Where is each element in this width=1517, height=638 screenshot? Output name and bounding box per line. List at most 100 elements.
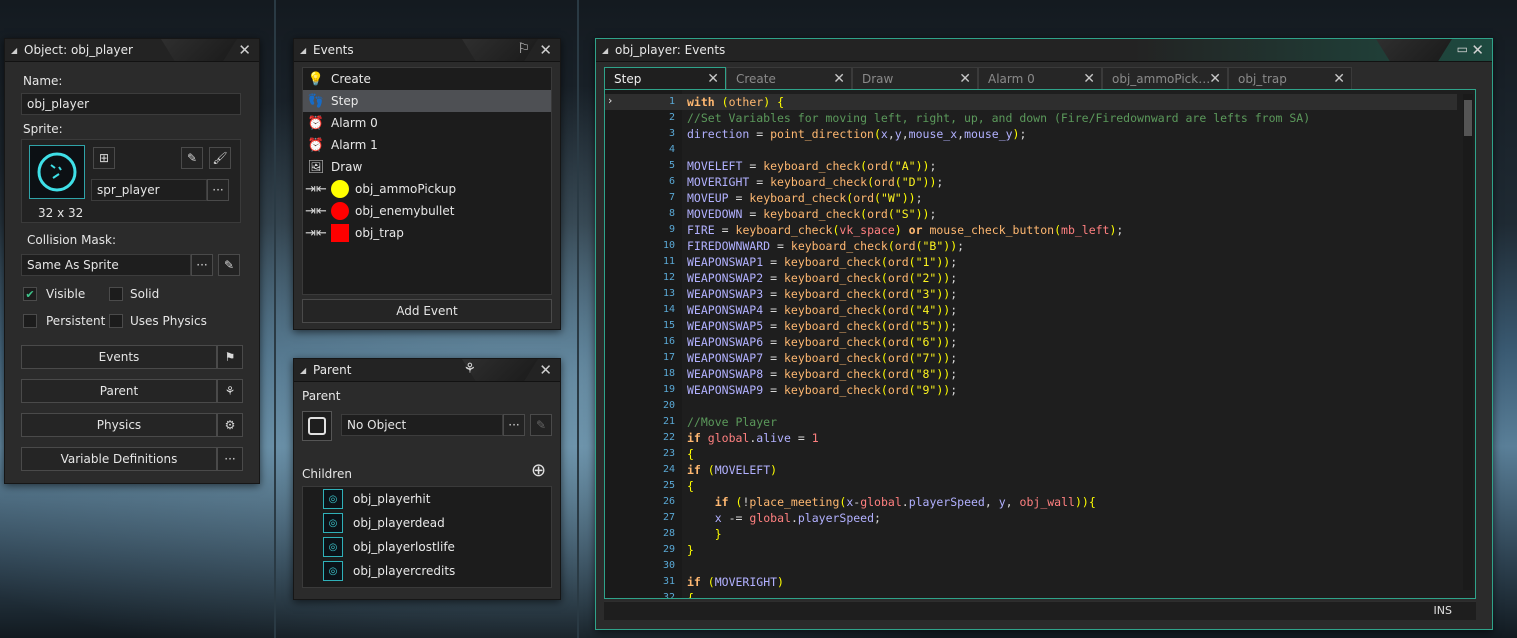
code-line[interactable]: WEAPONSWAP1 = keyboard_check(ord("1")); xyxy=(687,254,957,270)
parent-object-field[interactable]: No Object xyxy=(341,414,503,436)
event-item-collision-ammo[interactable]: ⇥⇤ obj_ammoPickup xyxy=(303,178,551,200)
tab-alarm-0[interactable]: Alarm 0 ✕ xyxy=(978,67,1102,89)
code-line[interactable]: direction = point_direction(x,y,mouse_x,… xyxy=(687,126,1026,142)
code-line[interactable]: if (!place_meeting(x-global.playerSpeed,… xyxy=(687,494,1096,510)
code-line[interactable]: x -= global.playerSpeed; xyxy=(687,510,881,526)
sprite-preview[interactable] xyxy=(29,145,85,199)
solid-checkbox[interactable] xyxy=(109,287,123,301)
flag-icon[interactable]: ⚐ xyxy=(517,41,530,57)
parent-edit-button[interactable]: ✎ xyxy=(530,414,552,436)
code-line[interactable]: WEAPONSWAP6 = keyboard_check(ord("6")); xyxy=(687,334,957,350)
child-item[interactable]: ◎ obj_playerdead xyxy=(303,511,551,535)
close-tab-icon[interactable]: ✕ xyxy=(707,71,719,87)
code-line[interactable]: { xyxy=(687,446,694,462)
tab-step[interactable]: Step ✕ xyxy=(604,67,726,89)
visible-checkbox[interactable]: ✔ xyxy=(23,287,37,301)
code-line[interactable]: { xyxy=(687,478,694,494)
event-item-create[interactable]: 💡 Create xyxy=(303,68,551,90)
code-line[interactable]: with (other) { xyxy=(687,94,784,110)
uses-physics-checkbox[interactable] xyxy=(109,314,123,328)
physics-icon-button[interactable]: ⚙ xyxy=(217,413,243,437)
sprite-browse-button[interactable]: ··· xyxy=(207,179,229,201)
event-item-collision-trap[interactable]: ⇥⇤ obj_trap xyxy=(303,222,551,244)
sprite-name-field[interactable]: spr_player xyxy=(91,179,207,201)
code-line[interactable]: WEAPONSWAP4 = keyboard_check(ord("4")); xyxy=(687,302,957,318)
close-tab-icon[interactable]: ✕ xyxy=(1083,71,1095,87)
maximize-icon[interactable]: ▭ xyxy=(1457,42,1468,56)
tab-obj-trap[interactable]: obj_trap ✕ xyxy=(1228,67,1352,89)
event-item-draw[interactable]: 🖼 Draw xyxy=(303,156,551,178)
vertical-scrollbar[interactable] xyxy=(1463,94,1473,590)
new-sprite-button[interactable]: ⊞ xyxy=(93,147,115,169)
code-line[interactable]: FIREDOWNWARD = keyboard_check(ord("B")); xyxy=(687,238,964,254)
code-line[interactable]: MOVEDOWN = keyboard_check(ord("S")); xyxy=(687,206,936,222)
tab-create[interactable]: Create ✕ xyxy=(726,67,852,89)
child-item[interactable]: ◎ obj_playercredits xyxy=(303,559,551,583)
code-line[interactable]: WEAPONSWAP9 = keyboard_check(ord("9")); xyxy=(687,382,957,398)
hierarchy-icon[interactable]: ⚘ xyxy=(463,361,476,377)
code-line[interactable]: WEAPONSWAP3 = keyboard_check(ord("3")); xyxy=(687,286,957,302)
event-item-alarm-0[interactable]: ⏰ Alarm 0 xyxy=(303,112,551,134)
code-line[interactable]: if global.alive = 1 xyxy=(687,430,819,446)
code-line[interactable]: MOVEUP = keyboard_check(ord("W")); xyxy=(687,190,923,206)
code-editor[interactable]: › 1 with (other) {2//Set Variables for mo… xyxy=(604,89,1476,599)
event-item-alarm-1[interactable]: ⏰ Alarm 1 xyxy=(303,134,551,156)
events-panel-titlebar[interactable]: ◢ Events ⚐ ✕ xyxy=(294,39,560,62)
close-tab-icon[interactable]: ✕ xyxy=(1333,71,1345,87)
code-line[interactable]: { xyxy=(687,590,694,598)
close-tab-icon[interactable]: ✕ xyxy=(1209,71,1221,87)
collision-edit-button[interactable]: ✎ xyxy=(218,254,240,276)
parent-browse-button[interactable]: ··· xyxy=(503,414,525,436)
event-item-collision-enemybullet[interactable]: ⇥⇤ obj_enemybullet xyxy=(303,200,551,222)
code-line[interactable]: //Set Variables for moving left, right, … xyxy=(687,110,1310,126)
object-panel-titlebar[interactable]: ◢ Object: obj_player ✕ xyxy=(5,39,259,62)
tab-draw[interactable]: Draw ✕ xyxy=(852,67,978,89)
close-tab-icon[interactable]: ✕ xyxy=(959,71,971,87)
events-flag-button[interactable]: ⚑ xyxy=(217,345,243,369)
code-line[interactable]: MOVERIGHT = keyboard_check(ord("D")); xyxy=(687,174,943,190)
child-item[interactable]: ◎ obj_playerlostlife xyxy=(303,535,551,559)
parent-button[interactable]: Parent xyxy=(21,379,217,403)
code-line[interactable]: if (MOVELEFT) xyxy=(687,462,777,478)
code-editor-titlebar[interactable]: ◢ obj_player: Events ▭ ✕ xyxy=(596,39,1492,62)
code-line[interactable]: WEAPONSWAP2 = keyboard_check(ord("2")); xyxy=(687,270,957,286)
line-number: 1 xyxy=(668,96,675,107)
paint-sprite-button[interactable]: 🖌 xyxy=(209,147,231,169)
code-line[interactable]: //Move Player xyxy=(687,414,777,430)
add-child-icon[interactable]: ⊕ xyxy=(531,460,546,481)
close-icon[interactable]: ✕ xyxy=(1471,41,1484,59)
physics-button[interactable]: Physics xyxy=(21,413,217,437)
parent-icon-button[interactable]: ⚘ xyxy=(217,379,243,403)
collapse-icon[interactable]: ◢ xyxy=(300,366,308,375)
add-event-button[interactable]: Add Event xyxy=(302,299,552,323)
code-line[interactable]: } xyxy=(687,526,722,542)
code-line[interactable]: WEAPONSWAP8 = keyboard_check(ord("8")); xyxy=(687,366,957,382)
code-line[interactable]: MOVELEFT = keyboard_check(ord("A")); xyxy=(687,158,936,174)
parent-panel-titlebar[interactable]: ◢ Parent ⚘ ✕ xyxy=(294,359,560,382)
scrollbar-thumb[interactable] xyxy=(1464,100,1472,136)
name-field[interactable]: obj_player xyxy=(21,93,241,115)
child-item[interactable]: ◎ obj_playerhit xyxy=(303,487,551,511)
code-line[interactable]: FIRE = keyboard_check(vk_space) or mouse… xyxy=(687,222,1123,238)
code-line[interactable]: } xyxy=(687,542,694,558)
variable-definitions-more-button[interactable]: ··· xyxy=(217,447,243,471)
code-line[interactable]: if (MOVERIGHT) xyxy=(687,574,784,590)
collapse-icon[interactable]: ◢ xyxy=(11,46,19,55)
collapse-icon[interactable]: ◢ xyxy=(300,46,308,55)
code-line[interactable]: WEAPONSWAP5 = keyboard_check(ord("5")); xyxy=(687,318,957,334)
edit-sprite-button[interactable]: ✎ xyxy=(181,147,203,169)
close-icon[interactable]: ✕ xyxy=(238,41,251,59)
close-icon[interactable]: ✕ xyxy=(539,41,552,59)
collision-browse-button[interactable]: ··· xyxy=(191,254,213,276)
code-line[interactable]: WEAPONSWAP7 = keyboard_check(ord("7")); xyxy=(687,350,957,366)
close-tab-icon[interactable]: ✕ xyxy=(833,71,845,87)
collapse-icon[interactable]: ◢ xyxy=(602,46,610,55)
events-button[interactable]: Events xyxy=(21,345,217,369)
close-icon[interactable]: ✕ xyxy=(539,361,552,379)
parent-object-preview[interactable] xyxy=(302,411,332,441)
variable-definitions-button[interactable]: Variable Definitions xyxy=(21,447,217,471)
tab-obj-ammopickup[interactable]: obj_ammoPick… ✕ xyxy=(1102,67,1228,89)
collision-mask-field[interactable]: Same As Sprite xyxy=(21,254,191,276)
event-item-step[interactable]: 👣 Step xyxy=(303,90,551,112)
persistent-checkbox[interactable] xyxy=(23,314,37,328)
